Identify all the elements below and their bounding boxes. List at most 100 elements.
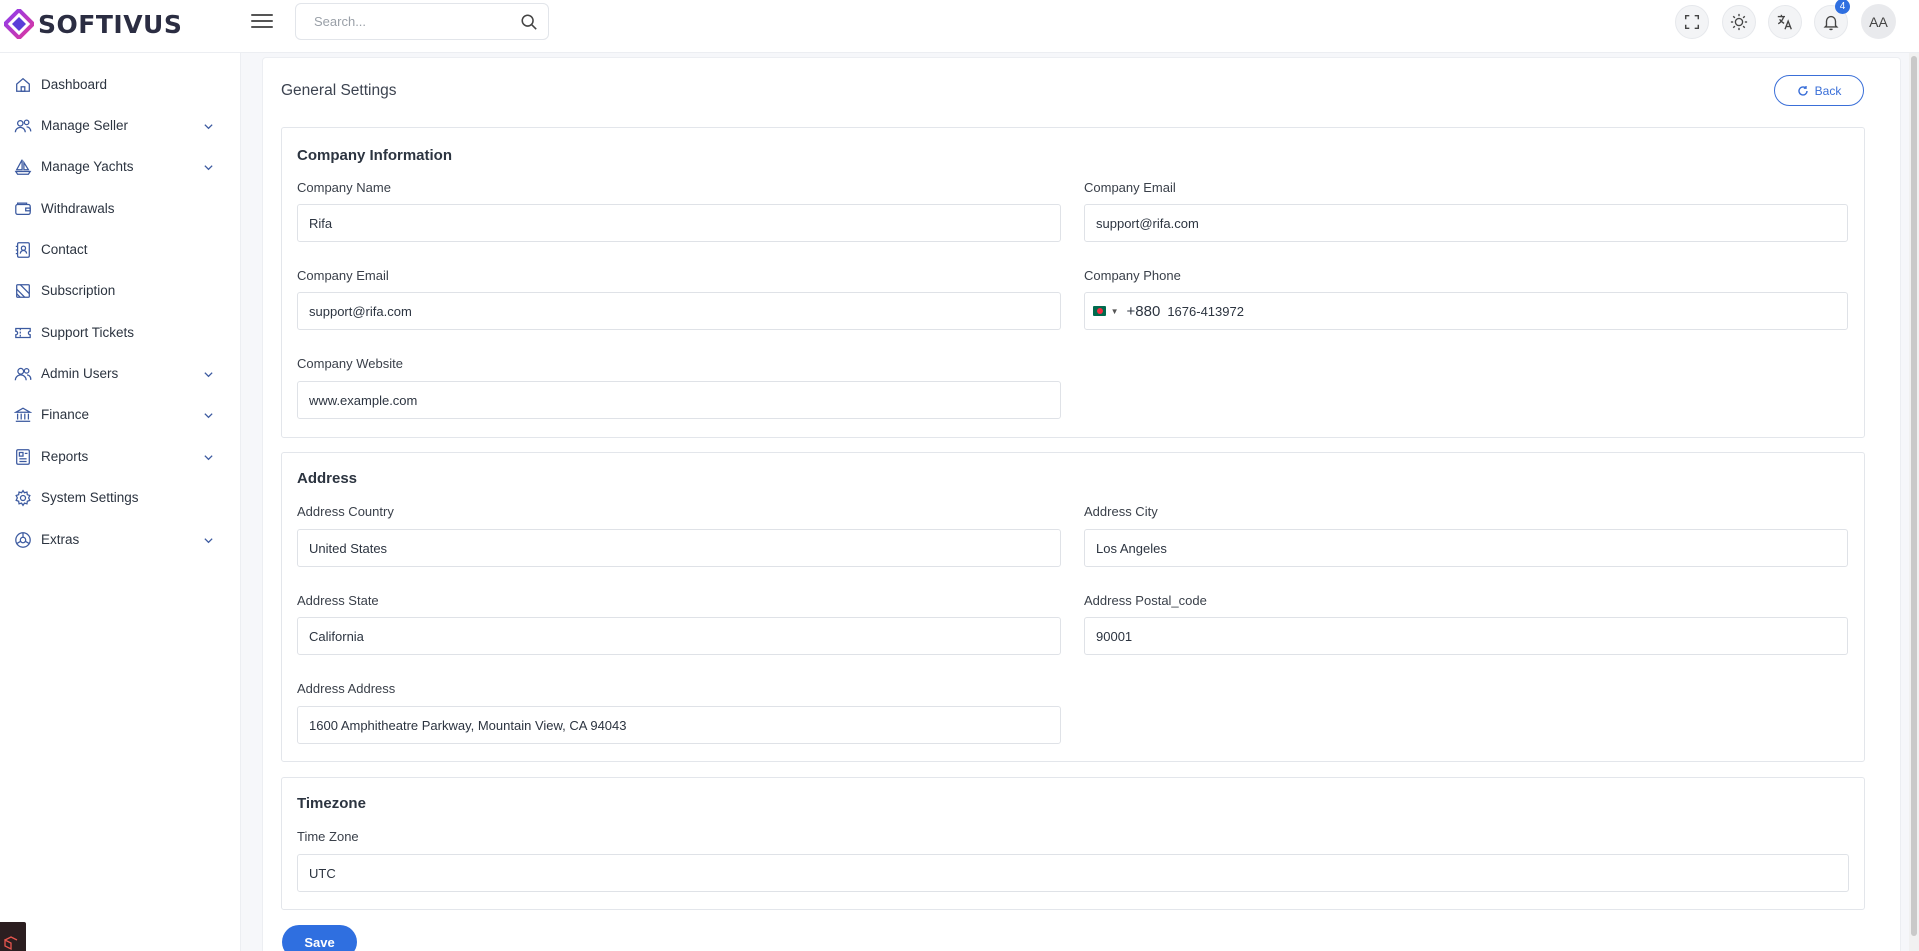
settings-icon bbox=[15, 489, 31, 507]
extras-icon bbox=[15, 532, 31, 548]
chevron-down-icon bbox=[204, 413, 213, 419]
address-section: Address Address Country Address City Add… bbox=[281, 452, 1865, 762]
dial-code: +880 bbox=[1126, 302, 1161, 320]
search-box bbox=[295, 3, 549, 40]
sidebar-item-label: Admin Users bbox=[41, 366, 119, 381]
sidebar-item-manage-seller[interactable]: Manage Seller bbox=[0, 109, 240, 143]
sidebar-item-label: Extras bbox=[41, 532, 80, 547]
country-dropdown-caret-icon[interactable]: ▼ bbox=[1111, 307, 1119, 316]
address-city-field bbox=[1084, 529, 1848, 567]
section-title: Timezone bbox=[297, 795, 366, 812]
sidebar-item-withdrawals[interactable]: Withdrawals bbox=[0, 192, 240, 226]
sidebar-item-reports[interactable]: Reports bbox=[0, 440, 240, 474]
company-email-label: Company Email bbox=[1084, 180, 1176, 195]
address-address-input[interactable] bbox=[298, 707, 1060, 743]
debug-toolbar-badge[interactable] bbox=[0, 922, 26, 951]
theme-toggle-button[interactable] bbox=[1722, 5, 1756, 39]
brand-name: SOFTIVUS bbox=[38, 9, 183, 39]
section-title: Address bbox=[297, 470, 358, 487]
sidebar-item-system-settings[interactable]: System Settings bbox=[0, 481, 240, 515]
sidebar-item-label: System Settings bbox=[41, 490, 139, 505]
sidebar-item-label: Finance bbox=[41, 407, 90, 422]
users-icon bbox=[14, 119, 32, 133]
bell-icon bbox=[1823, 15, 1839, 31]
bangladesh-flag-icon[interactable] bbox=[1093, 306, 1106, 316]
brand-logo[interactable]: SOFTIVUS bbox=[4, 7, 182, 41]
sidebar-item-manage-yachts[interactable]: Manage Yachts bbox=[0, 150, 240, 184]
section-title: Company Information bbox=[297, 147, 453, 164]
refresh-icon bbox=[1797, 85, 1808, 96]
sidebar-item-admin-users[interactable]: Admin Users bbox=[0, 357, 240, 391]
contact-icon bbox=[15, 242, 30, 258]
sun-icon bbox=[1730, 13, 1748, 31]
address-address-label: Address Address bbox=[297, 681, 396, 696]
company-email-input[interactable] bbox=[1085, 205, 1847, 241]
sidebar-item-label: Contact bbox=[41, 242, 88, 257]
fullscreen-icon bbox=[1684, 14, 1700, 30]
sidebar-item-dashboard[interactable]: Dashboard bbox=[0, 68, 240, 102]
sidebar-item-label: Dashboard bbox=[41, 77, 108, 92]
bank-icon bbox=[14, 407, 32, 422]
company-website-input[interactable] bbox=[298, 382, 1060, 418]
time-zone-label: Time Zone bbox=[297, 829, 359, 844]
company-name-field bbox=[297, 204, 1061, 242]
ticket-icon bbox=[15, 327, 31, 339]
search-input[interactable] bbox=[314, 4, 514, 39]
back-button[interactable]: Back bbox=[1774, 75, 1864, 106]
notification-count-badge: 4 bbox=[1835, 0, 1850, 14]
timezone-section: Timezone Time Zone bbox=[281, 777, 1865, 910]
company-email-field bbox=[1084, 204, 1848, 242]
sidebar-item-label: Manage Seller bbox=[41, 118, 129, 133]
menu-toggle-button[interactable] bbox=[251, 10, 273, 32]
sidebar-item-extras[interactable]: Extras bbox=[0, 523, 240, 557]
company-name-label: Company Name bbox=[297, 180, 391, 195]
company-phone-input[interactable] bbox=[1160, 293, 1847, 329]
time-zone-field bbox=[297, 854, 1849, 892]
chevron-down-icon bbox=[204, 455, 213, 461]
sailboat-icon bbox=[14, 159, 32, 175]
search-icon[interactable] bbox=[520, 13, 538, 31]
save-button[interactable]: Save bbox=[282, 925, 357, 951]
laravel-icon bbox=[4, 936, 18, 951]
sidebar-item-label: Support Tickets bbox=[41, 325, 135, 340]
fullscreen-button[interactable] bbox=[1675, 5, 1709, 39]
wallet-icon bbox=[15, 202, 31, 216]
notifications-button[interactable]: 4 bbox=[1814, 0, 1850, 39]
sidebar-item-label: Subscription bbox=[41, 283, 116, 298]
company-email-2-label: Company Email bbox=[297, 268, 389, 283]
company-name-input[interactable] bbox=[298, 205, 1060, 241]
company-website-field bbox=[297, 381, 1061, 419]
translate-icon bbox=[1777, 14, 1792, 30]
address-state-input[interactable] bbox=[298, 618, 1060, 654]
reports-icon bbox=[16, 449, 30, 465]
address-city-input[interactable] bbox=[1085, 530, 1847, 566]
address-postal-code-field bbox=[1084, 617, 1848, 655]
sidebar-item-subscription[interactable]: Subscription bbox=[0, 274, 240, 308]
chevron-down-icon bbox=[204, 124, 213, 130]
address-postal-code-input[interactable] bbox=[1085, 618, 1847, 654]
sidebar-item-contact[interactable]: Contact bbox=[0, 233, 240, 267]
scrollbar-thumb[interactable] bbox=[1911, 56, 1917, 936]
sidebar-item-label: Withdrawals bbox=[41, 201, 115, 216]
company-email-2-input[interactable] bbox=[298, 293, 1060, 329]
language-button[interactable] bbox=[1768, 5, 1802, 39]
sidebar-item-label: Reports bbox=[41, 449, 89, 464]
sidebar-item-finance[interactable]: Finance bbox=[0, 398, 240, 432]
subscription-icon bbox=[16, 284, 30, 298]
sidebar-item-support-tickets[interactable]: Support Tickets bbox=[0, 316, 240, 350]
sidebar-item-label: Manage Yachts bbox=[41, 159, 134, 174]
address-country-field bbox=[297, 529, 1061, 567]
address-postal-code-label: Address Postal_code bbox=[1084, 593, 1207, 608]
address-city-label: Address City bbox=[1084, 504, 1158, 519]
address-country-input[interactable] bbox=[298, 530, 1060, 566]
address-state-label: Address State bbox=[297, 593, 379, 608]
time-zone-input[interactable] bbox=[298, 855, 1848, 891]
company-email-2-field bbox=[297, 292, 1061, 330]
company-phone-field: ▼ +880 bbox=[1084, 292, 1848, 330]
user-avatar[interactable]: AA bbox=[1861, 4, 1896, 39]
home-icon bbox=[16, 77, 30, 92]
address-country-label: Address Country bbox=[297, 504, 394, 519]
softivus-logo-icon bbox=[4, 9, 34, 39]
chevron-down-icon bbox=[204, 538, 213, 544]
address-state-field bbox=[297, 617, 1061, 655]
